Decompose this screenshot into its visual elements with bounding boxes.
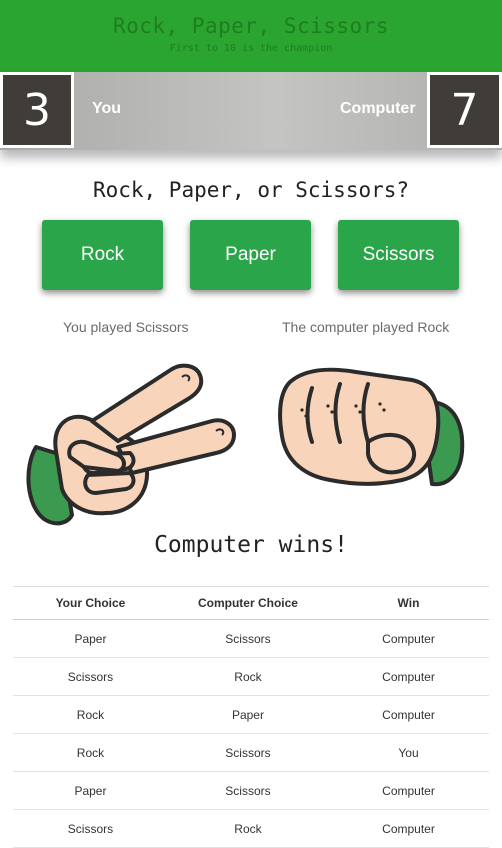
- rock-button[interactable]: Rock: [42, 220, 163, 290]
- table-row: Scissors Rock Computer: [13, 657, 489, 696]
- computer-score: 7: [427, 72, 502, 148]
- scissors-hand-icon: [26, 363, 236, 526]
- cell-win: Computer: [328, 771, 489, 810]
- scissors-button[interactable]: Scissors: [338, 220, 459, 290]
- table-row: Scissors Rock Computer: [13, 809, 489, 848]
- history-table: Your Choice Computer Choice Win Paper Sc…: [13, 586, 489, 848]
- cell-win: Computer: [328, 809, 489, 848]
- cell-your-choice: Scissors: [13, 657, 168, 696]
- cell-your-choice: Rock: [13, 695, 168, 734]
- header-your-choice: Your Choice: [13, 586, 168, 620]
- player-label: You: [92, 100, 122, 117]
- cell-win: Computer: [328, 619, 489, 658]
- app-subtitle: First to 10 is the champion: [169, 43, 333, 54]
- player-score: 3: [0, 72, 74, 148]
- header-win: Win: [328, 586, 489, 620]
- cell-win: Computer: [328, 695, 489, 734]
- cell-computer-choice: Scissors: [167, 771, 328, 810]
- table-row: Paper Scissors Computer: [13, 619, 489, 658]
- cell-computer-choice: Scissors: [167, 619, 328, 658]
- rock-fist-icon: [278, 367, 465, 487]
- table-row: Paper Scissors Computer: [13, 771, 489, 810]
- cell-win: You: [328, 733, 489, 772]
- app-header: Rock, Paper, Scissors First to 10 is the…: [0, 0, 502, 72]
- cell-your-choice: Paper: [13, 771, 168, 810]
- table-row: Rock Paper Computer: [13, 695, 489, 734]
- cell-computer-choice: Rock: [167, 809, 328, 848]
- cell-your-choice: Scissors: [13, 809, 168, 848]
- scoreboard: 3 You Computer 7: [0, 72, 502, 150]
- cell-your-choice: Rock: [13, 733, 168, 772]
- choice-prompt: Rock, Paper, or Scissors?: [92, 178, 410, 202]
- cell-computer-choice: Paper: [167, 695, 328, 734]
- cell-computer-choice: Scissors: [167, 733, 328, 772]
- header-computer-choice: Computer Choice: [167, 586, 328, 620]
- history-header-row: Your Choice Computer Choice Win: [13, 586, 489, 620]
- computer-label: Computer: [340, 100, 416, 117]
- computer-played-text: The computer played Rock: [282, 319, 450, 335]
- cell-win: Computer: [328, 657, 489, 696]
- app-title: Rock, Paper, Scissors: [112, 14, 389, 38]
- cell-computer-choice: Rock: [167, 657, 328, 696]
- player-played-text: You played Scissors: [63, 319, 189, 335]
- paper-button[interactable]: Paper: [190, 220, 311, 290]
- table-row: Rock Scissors You: [13, 733, 489, 772]
- cell-your-choice: Paper: [13, 619, 168, 658]
- round-result: Computer wins!: [154, 532, 348, 558]
